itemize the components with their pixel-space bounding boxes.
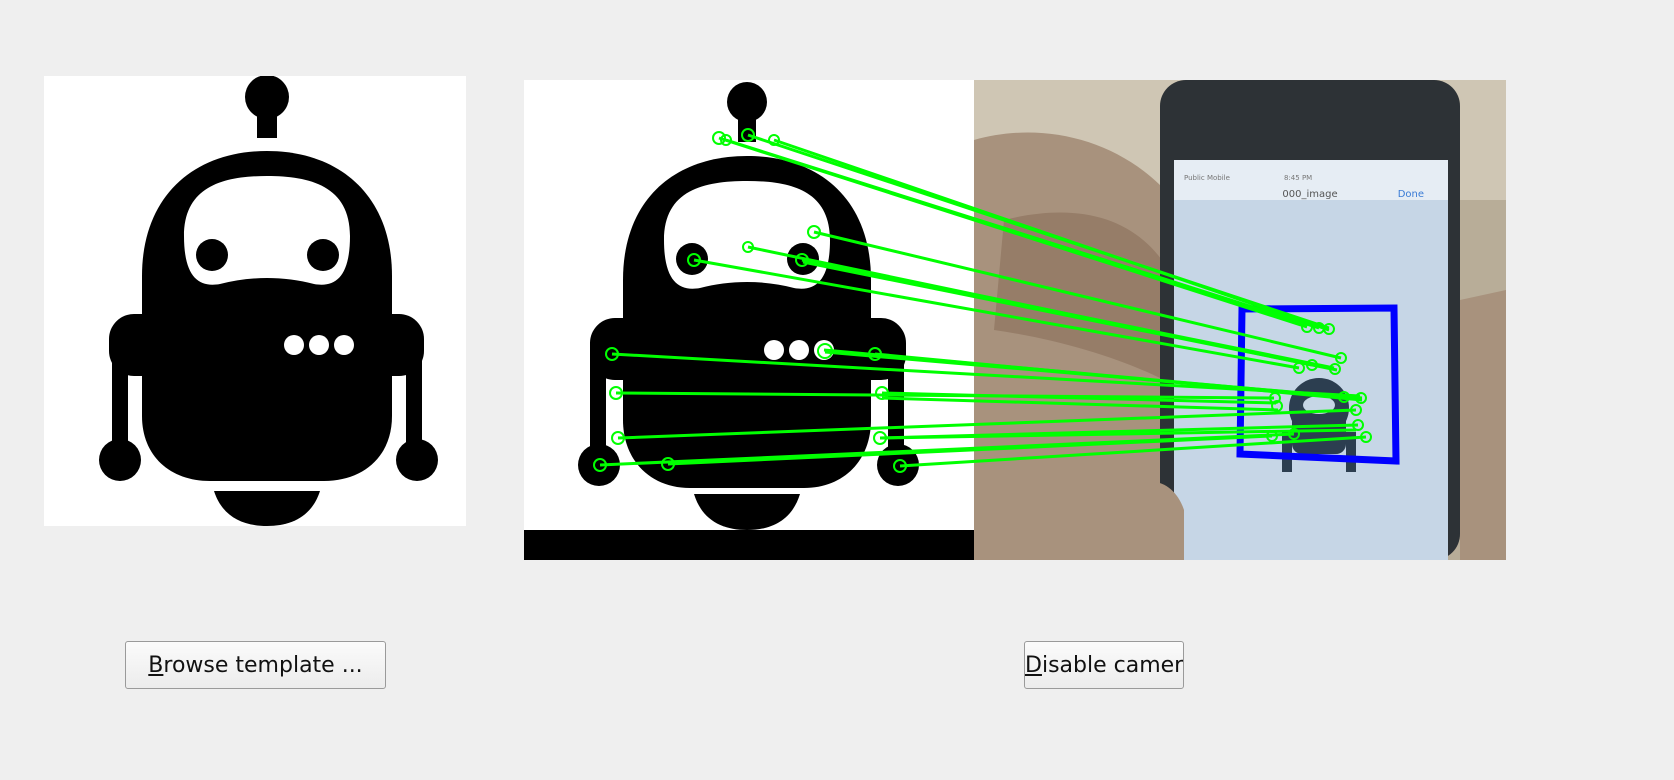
browse-button-label: rowse template ... xyxy=(163,652,363,678)
camera-button-label: isable camera xyxy=(1041,652,1184,678)
robot-template-graphic xyxy=(44,76,466,526)
template-image xyxy=(44,76,466,526)
phone-time: 8:45 PM xyxy=(1284,174,1312,182)
browse-template-button[interactable]: Browse template ... xyxy=(125,641,386,689)
camera-button-mnemonic: D xyxy=(1025,652,1042,678)
match-visualization: 000_image Done Public Mobile 8:45 PM xyxy=(524,80,1506,560)
camera-frame: 000_image Done Public Mobile 8:45 PM xyxy=(974,80,1506,560)
phone-screen-done: Done xyxy=(1398,189,1424,200)
phone-carrier: Public Mobile xyxy=(1184,174,1230,182)
matched-template-image xyxy=(524,80,974,560)
feature-match-graphic: 000_image Done Public Mobile 8:45 PM xyxy=(524,80,1506,560)
disable-camera-button[interactable]: Disable camera xyxy=(1024,641,1184,689)
browse-button-mnemonic: B xyxy=(148,652,164,678)
phone-screen-title: 000_image xyxy=(1282,189,1337,200)
